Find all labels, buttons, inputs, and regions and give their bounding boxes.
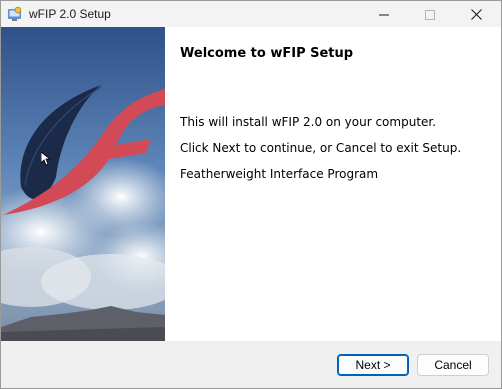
minimize-icon <box>379 5 389 24</box>
button-bar: Next > Cancel <box>1 341 501 388</box>
program-description: Featherweight Interface Program <box>180 167 379 181</box>
minimize-button[interactable] <box>361 1 407 27</box>
close-icon <box>470 5 482 24</box>
welcome-panel: Welcome to wFIP Setup This will install … <box>165 27 501 341</box>
mouse-pointer-icon <box>40 151 52 170</box>
cancel-button[interactable]: Cancel <box>417 354 489 376</box>
close-button[interactable] <box>453 1 499 27</box>
next-button[interactable]: Next > <box>337 354 409 376</box>
setup-app-icon <box>7 6 23 22</box>
wizard-side-image <box>1 27 165 341</box>
instructions-text: Click Next to continue, or Cancel to exi… <box>180 141 462 155</box>
install-text: This will install wFIP 2.0 on your compu… <box>180 115 437 129</box>
setup-window: wFIP 2.0 Setup Welcome to wFIP Setup Thi… <box>0 0 502 389</box>
page-title: Welcome to wFIP Setup <box>180 46 354 61</box>
window-title: wFIP 2.0 Setup <box>29 7 111 21</box>
maximize-button[interactable] <box>407 1 453 27</box>
maximize-icon <box>425 5 435 24</box>
title-bar[interactable]: wFIP 2.0 Setup <box>1 1 501 27</box>
